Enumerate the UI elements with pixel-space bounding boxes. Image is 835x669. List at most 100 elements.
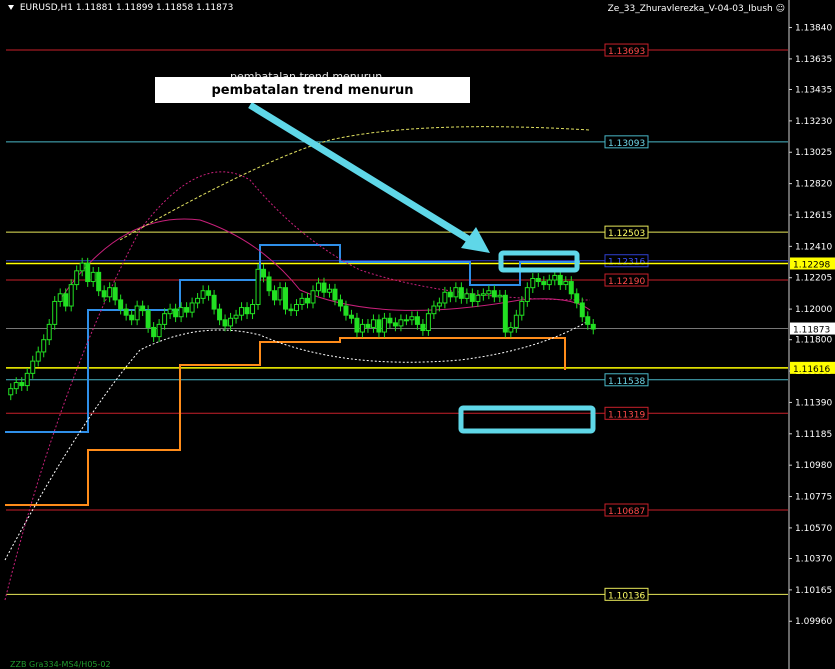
price-tick-label: 1.11390 bbox=[795, 398, 832, 408]
annotation-callout[interactable]: pembatalan trend menurun bbox=[155, 77, 470, 103]
candle-body bbox=[376, 319, 382, 333]
candle-body bbox=[173, 308, 179, 318]
price-axis-badge-text: 1.12298 bbox=[793, 260, 830, 270]
candle-body bbox=[85, 262, 91, 283]
candle-body bbox=[79, 262, 85, 272]
candle-body bbox=[195, 297, 201, 304]
candle-body bbox=[35, 351, 41, 362]
candle-body bbox=[30, 360, 36, 374]
candle-body bbox=[535, 277, 541, 283]
candle-body bbox=[326, 288, 332, 293]
candle-body bbox=[74, 270, 80, 286]
candle-body bbox=[453, 287, 459, 298]
candle-body bbox=[112, 287, 118, 301]
candle-body bbox=[310, 290, 316, 304]
candle-body bbox=[189, 302, 195, 313]
level-label-text: 1.10136 bbox=[608, 591, 645, 601]
candle-body bbox=[365, 323, 371, 328]
smiley-icon[interactable]: ☺ bbox=[776, 4, 785, 14]
candle-body bbox=[464, 293, 470, 299]
candle-body bbox=[272, 290, 278, 301]
candle-body bbox=[568, 281, 574, 295]
candle-body bbox=[315, 282, 321, 292]
candle-body bbox=[52, 300, 58, 325]
candle-body bbox=[206, 290, 212, 296]
chart-header: EURUSD,H1 1.11881 1.11899 1.11858 1.1187… bbox=[8, 3, 233, 13]
chart-window[interactable]: 1.13693 1.13093 1.12503 1.12316 1.12190 1.115… bbox=[0, 0, 835, 669]
level-label-text: 1.13093 bbox=[608, 139, 645, 149]
candle-body bbox=[19, 382, 25, 387]
symbol-timeframe: EURUSD,H1 bbox=[19, 3, 73, 13]
candle-body bbox=[8, 388, 14, 396]
candle-body bbox=[162, 313, 168, 325]
candle-body bbox=[480, 293, 486, 296]
candle-body bbox=[299, 297, 305, 306]
candle-body bbox=[140, 305, 146, 312]
candle-body bbox=[129, 314, 135, 321]
candle-body bbox=[552, 274, 558, 281]
candle-body bbox=[239, 307, 245, 316]
candle-body bbox=[387, 317, 393, 324]
candle-body bbox=[447, 291, 453, 298]
level-label-text: 1.13693 bbox=[608, 47, 645, 57]
candle-body bbox=[46, 323, 52, 341]
envelope-upper-dashed bbox=[4, 171, 591, 601]
candle-body bbox=[211, 294, 217, 310]
price-tick-label: 1.13635 bbox=[795, 55, 832, 65]
annotation-arrow-shaft bbox=[248, 102, 480, 248]
candle-body bbox=[178, 307, 184, 318]
candle-body bbox=[321, 282, 327, 293]
level-label-text: 1.12503 bbox=[608, 229, 645, 239]
candle-body bbox=[57, 293, 63, 302]
candle-body bbox=[90, 271, 96, 283]
candle-body bbox=[200, 290, 206, 299]
candle-body bbox=[118, 299, 124, 310]
candle-body bbox=[255, 268, 261, 306]
band-yellow-dashed bbox=[119, 126, 591, 241]
price-tick-label: 1.12000 bbox=[795, 305, 832, 315]
candle-body bbox=[524, 287, 530, 302]
price-tick-label: 1.09960 bbox=[795, 617, 832, 627]
price-tick-label: 1.12820 bbox=[795, 180, 832, 190]
dropdown-triangle-icon[interactable] bbox=[8, 5, 14, 10]
candle-body bbox=[585, 316, 591, 325]
candle-body bbox=[277, 287, 283, 301]
candle-body bbox=[409, 316, 415, 321]
candle-body bbox=[332, 288, 338, 301]
candle-body bbox=[475, 294, 481, 302]
level-label-text: 1.12316 bbox=[608, 258, 645, 268]
candle-body bbox=[502, 294, 508, 333]
price-tick-label: 1.12205 bbox=[795, 274, 832, 284]
candle-body bbox=[392, 322, 398, 327]
candle-body bbox=[359, 323, 365, 333]
ma-pink-line bbox=[59, 218, 591, 311]
candle-body bbox=[101, 290, 107, 298]
price-tick-label: 1.13230 bbox=[795, 117, 832, 127]
candle-body bbox=[266, 276, 272, 292]
highlight-box-lower bbox=[458, 405, 596, 434]
price-tick-label: 1.12410 bbox=[795, 242, 832, 252]
candle-body bbox=[244, 307, 250, 315]
candle-body bbox=[233, 314, 239, 319]
price-tick-label: 1.11185 bbox=[795, 430, 832, 440]
candle-body bbox=[184, 307, 190, 313]
price-tick-label: 1.10980 bbox=[795, 461, 832, 471]
candle-body bbox=[513, 314, 519, 328]
level-label-text: 1.10687 bbox=[608, 507, 645, 517]
candle-body bbox=[261, 268, 267, 278]
candle-body bbox=[250, 304, 256, 315]
candle-body bbox=[403, 319, 409, 322]
candle-body bbox=[508, 326, 514, 333]
price-tick-label: 1.13840 bbox=[795, 24, 832, 34]
candle-body bbox=[414, 316, 420, 325]
candle-body bbox=[288, 308, 294, 312]
candle-body bbox=[530, 277, 536, 289]
candle-body bbox=[304, 297, 310, 304]
candle-body bbox=[398, 319, 404, 327]
price-tick-label: 1.13025 bbox=[795, 148, 832, 158]
candle-body bbox=[557, 274, 563, 286]
candle-body bbox=[151, 326, 157, 338]
price-tick-label: 1.13435 bbox=[795, 86, 832, 96]
candle-body bbox=[41, 339, 47, 353]
price-axis: 1.13840 1.13635 1.13435 1.13230 1.13025 1.128… bbox=[788, 0, 835, 669]
